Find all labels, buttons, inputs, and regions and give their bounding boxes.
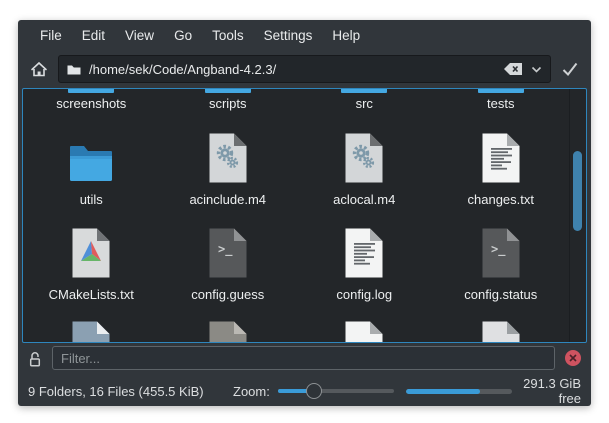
file-item-label: CMakeLists.txt [48, 287, 134, 302]
disk-capacity-fill [405, 388, 481, 394]
home-button[interactable] [26, 56, 52, 82]
status-bar: 9 Folders, 16 Files (455.5 KiB) Zoom: 29… [18, 376, 591, 406]
folder-icon [477, 89, 524, 93]
chevron-down-icon [531, 66, 542, 73]
svg-text:>_: >_ [491, 242, 506, 257]
file-item-config-guess[interactable]: >_ config.guess [160, 226, 297, 302]
file-item-label: config.log [336, 287, 393, 302]
file-item-acinclude-m4[interactable]: acinclude.m4 [160, 131, 297, 207]
folder-icon [204, 89, 251, 93]
file-item-aclocal-m4[interactable]: aclocal.m4 [296, 131, 433, 207]
file-item-label: scripts [208, 96, 247, 111]
checkmark-icon [562, 62, 578, 77]
file-icon [209, 133, 247, 183]
file-item-partial [160, 321, 297, 342]
menu-item-tools[interactable]: Tools [202, 26, 254, 45]
file-item-label: acinclude.m4 [189, 192, 267, 207]
file-icon [209, 321, 247, 342]
file-grid-row: utils acinclude.m4 aclocal.m4 changes.tx… [23, 131, 569, 207]
file-icon [345, 228, 383, 278]
toolbar: /home/sek/Code/Angband-4.2.3/ [18, 50, 591, 88]
file-item-screenshots[interactable]: screenshots [23, 89, 160, 111]
file-item-label: config.status [464, 287, 538, 302]
file-icon: >_ [209, 228, 247, 278]
close-filter-icon [569, 354, 577, 362]
file-item-label: config.guess [191, 287, 265, 302]
backspace-clear-icon [504, 63, 522, 75]
menu-item-view[interactable]: View [115, 26, 164, 45]
location-path[interactable]: /home/sek/Code/Angband-4.2.3/ [89, 62, 495, 77]
lock-open-icon[interactable] [28, 350, 42, 367]
file-item-label: utils [79, 192, 103, 207]
file-grid-row [23, 321, 569, 342]
menu-item-go[interactable]: Go [164, 26, 202, 45]
folder-icon [341, 89, 388, 93]
folder-icon [70, 146, 113, 181]
location-bar[interactable]: /home/sek/Code/Angband-4.2.3/ [58, 55, 551, 83]
zoom-slider[interactable] [277, 383, 394, 399]
disk-capacity-bar [405, 388, 512, 394]
file-item-config-status[interactable]: >_ config.status [433, 226, 570, 302]
menu-item-settings[interactable]: Settings [254, 26, 323, 45]
menu-item-help[interactable]: Help [322, 26, 370, 45]
file-dialog-window: File Edit View Go Tools Settings Help /home/se… [18, 20, 591, 406]
clear-text-button[interactable] [503, 62, 523, 76]
location-dropdown-button[interactable] [531, 66, 542, 73]
file-icon [72, 228, 110, 278]
folder-small-icon [67, 65, 81, 74]
svg-text:>_: >_ [218, 242, 233, 257]
scrollbar-thumb[interactable] [573, 151, 582, 231]
file-item-tests[interactable]: tests [433, 89, 570, 111]
close-filter-button[interactable] [565, 350, 581, 366]
file-item-partial [296, 321, 433, 342]
file-icon [482, 133, 520, 183]
file-item-label: changes.txt [467, 192, 535, 207]
folder-file-summary: 9 Folders, 16 Files (455.5 KiB) [28, 383, 204, 399]
confirm-path-button[interactable] [557, 56, 583, 82]
file-grid: screenshots scripts src tests utils acinclu… [23, 89, 569, 342]
file-item-changes-txt[interactable]: changes.txt [433, 131, 570, 207]
zoom-slider-handle[interactable] [305, 383, 322, 399]
file-item-cmakelists-txt[interactable]: CMakeLists.txt [23, 226, 160, 302]
filter-input[interactable] [52, 346, 555, 370]
zoom-label: Zoom: [233, 383, 270, 399]
file-item-label: screenshots [56, 96, 127, 111]
file-item-utils[interactable]: utils [23, 131, 160, 207]
file-view[interactable]: screenshots scripts src tests utils acinclu… [22, 88, 587, 343]
file-item-partial [23, 321, 160, 342]
filter-bar [18, 344, 591, 372]
file-icon [345, 133, 383, 183]
folder-icon [68, 89, 115, 93]
file-icon [482, 321, 520, 342]
file-item-partial [433, 321, 570, 342]
vertical-scrollbar[interactable] [569, 89, 586, 342]
file-item-src[interactable]: src [296, 89, 433, 111]
file-item-config-log[interactable]: config.log [296, 226, 433, 302]
home-icon [31, 61, 47, 76]
file-item-label: src [355, 96, 373, 111]
file-icon [345, 321, 383, 342]
menu-bar: File Edit View Go Tools Settings Help [18, 20, 591, 50]
file-item-label: tests [487, 96, 515, 111]
menu-item-edit[interactable]: Edit [72, 26, 115, 45]
file-grid-row: CMakeLists.txt >_ config.guess config.log… [23, 226, 569, 302]
file-grid-row: screenshots scripts src tests [23, 89, 569, 111]
menu-item-file[interactable]: File [30, 26, 72, 45]
file-icon [72, 321, 110, 342]
free-space-text: 291.3 GiB free [523, 376, 581, 406]
file-item-scripts[interactable]: scripts [160, 89, 297, 111]
file-icon: >_ [482, 228, 520, 278]
file-item-label: aclocal.m4 [333, 192, 396, 207]
